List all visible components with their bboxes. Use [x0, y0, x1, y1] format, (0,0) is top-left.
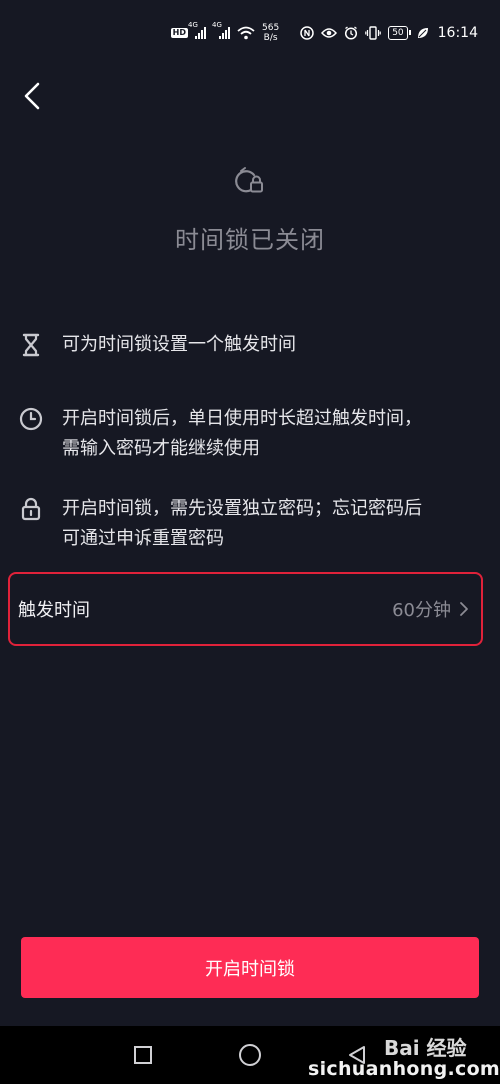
recent-apps-button[interactable] [130, 1042, 156, 1068]
feature-text: 可为时间锁设置一个触发时间 [62, 334, 296, 355]
signal-2-icon: 4G [212, 21, 230, 39]
trigger-time-value-group: 60分钟 [392, 596, 469, 622]
leaf-icon [417, 27, 429, 39]
enable-time-lock-button[interactable]: 开启时间锁 [21, 937, 479, 998]
page-title: 时间锁已关闭 [175, 226, 325, 254]
feature-text-line2: 需输入密码才能继续使用 [62, 438, 260, 459]
alarm-icon [344, 26, 358, 40]
time-lock-screen: HD 4G 4G 565 B/s 50 16:14 时间锁已关闭 可为时间锁设置… [0, 0, 500, 1084]
watermark-brand: Bai 经验 [384, 1036, 467, 1060]
wifi-icon [237, 26, 255, 40]
status-time: 16:14 [437, 25, 478, 41]
feature-item-trigger: 可为时间锁设置一个触发时间 [18, 330, 488, 360]
chevron-right-icon [460, 602, 468, 616]
trigger-time-value: 60分钟 [392, 600, 451, 621]
feature-item-limit: 开启时间锁后，单日使用时长超过触发时间， 需输入密码才能继续使用 [18, 404, 488, 464]
feature-text-line1: 开启时间锁，需先设置独立密码；忘记密码后 [62, 498, 422, 519]
feature-text-line1: 开启时间锁后，单日使用时长超过触发时间， [62, 408, 422, 429]
battery-indicator: 50 [388, 26, 412, 40]
nfc-icon [300, 26, 314, 40]
trigger-time-row[interactable]: 触发时间 60分钟 [8, 572, 483, 646]
back-button[interactable] [14, 78, 50, 114]
circle-icon [239, 1044, 261, 1066]
network-speed: 565 B/s [262, 23, 280, 43]
home-button[interactable] [237, 1042, 263, 1068]
vibrate-icon [365, 26, 381, 40]
eye-icon [321, 27, 338, 39]
feature-text-line2: 可通过申诉重置密码 [62, 528, 224, 549]
trigger-time-label: 触发时间 [18, 600, 90, 621]
watermark-site: sichuanhong.com [308, 1058, 500, 1080]
clock-icon [18, 406, 44, 432]
hd-badge: HD [170, 28, 188, 38]
chevron-left-icon [24, 82, 40, 110]
feature-item-password: 开启时间锁，需先设置独立密码；忘记密码后 可通过申诉重置密码 [18, 494, 488, 554]
lock-icon [18, 496, 44, 522]
timer-lock-icon [235, 167, 263, 193]
hourglass-icon [18, 332, 44, 358]
signal-1-icon: 4G [188, 21, 206, 39]
square-icon [134, 1046, 152, 1064]
status-bar: HD 4G 4G 565 B/s 50 16:14 [0, 0, 500, 66]
